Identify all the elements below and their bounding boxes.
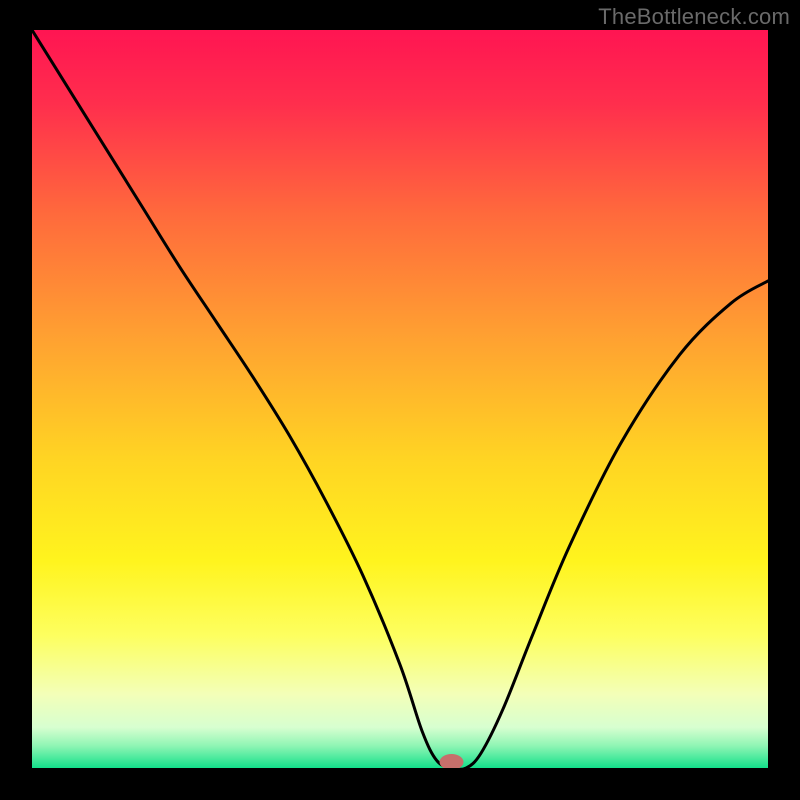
gradient-background — [32, 30, 768, 768]
chart-frame: TheBottleneck.com — [0, 0, 800, 800]
plot-area — [32, 30, 768, 768]
watermark-text: TheBottleneck.com — [598, 4, 790, 30]
plot-svg — [32, 30, 768, 768]
